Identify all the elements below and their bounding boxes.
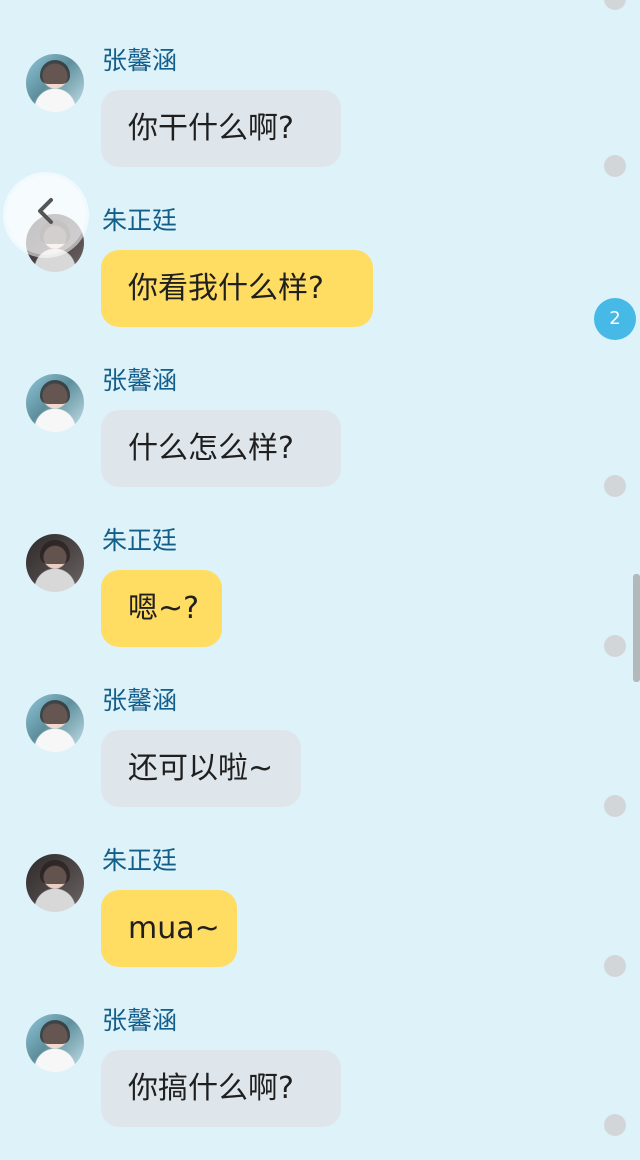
message-status-dot — [604, 0, 626, 10]
message-bubble[interactable]: 你搞什么啊? — [101, 1050, 341, 1127]
message-bubble[interactable]: 你看我什么样? — [101, 250, 373, 327]
sender-name: 朱正廷 — [102, 526, 178, 555]
back-button[interactable] — [6, 175, 86, 255]
sender-name: 朱正廷 — [102, 846, 178, 875]
message-status-dot — [604, 795, 626, 817]
avatar-hair — [40, 540, 70, 564]
message-bubble[interactable]: 什么怎么样? — [101, 410, 341, 487]
message-bubble[interactable]: mua~ — [101, 890, 237, 967]
sender-name: 朱正廷 — [102, 206, 178, 235]
message-status-dot — [604, 475, 626, 497]
message-status-dot — [604, 955, 626, 977]
back-arrow-icon — [38, 198, 53, 224]
avatar-hair — [40, 860, 70, 884]
chat-message: 张馨涵 你干什么啊? — [0, 40, 640, 200]
unread-count-badge[interactable]: 2 — [594, 298, 636, 340]
avatar-hair — [40, 380, 70, 404]
avatar[interactable] — [26, 694, 84, 752]
avatar[interactable] — [26, 854, 84, 912]
avatar-hair — [40, 1020, 70, 1044]
message-bubble[interactable]: 还可以啦~ — [101, 730, 301, 807]
chat-message: 张馨涵 还可以啦~ — [0, 680, 640, 840]
message-status-dot — [604, 1114, 626, 1136]
chat-message: 朱正廷 嗯~? — [0, 520, 640, 680]
sender-name: 张馨涵 — [102, 1006, 178, 1035]
chat-message: 朱正廷 mua~ — [0, 840, 640, 1000]
avatar-hair — [40, 60, 70, 84]
avatar[interactable] — [26, 1014, 84, 1072]
avatar[interactable] — [26, 374, 84, 432]
chat-message: 张馨涵 什么怎么样? — [0, 360, 640, 520]
message-status-dot — [604, 635, 626, 657]
avatar[interactable] — [26, 534, 84, 592]
sender-name: 张馨涵 — [102, 46, 178, 75]
sender-name: 张馨涵 — [102, 366, 178, 395]
message-bubble[interactable]: 嗯~? — [101, 570, 222, 647]
chat-message: 朱正廷 你看我什么样? — [0, 200, 640, 360]
scrollbar-thumb[interactable] — [633, 574, 640, 682]
sender-name: 张馨涵 — [102, 686, 178, 715]
message-status-dot — [604, 155, 626, 177]
message-bubble[interactable]: 你干什么啊? — [101, 90, 341, 167]
avatar[interactable] — [26, 54, 84, 112]
avatar-hair — [40, 700, 70, 724]
chat-thread: 张馨涵 你干什么啊? 朱正廷 你看我什么样? 张馨涵 什么怎么样? 朱正廷 嗯~… — [0, 0, 640, 1138]
chat-message: 张馨涵 你搞什么啊? — [0, 1000, 640, 1160]
